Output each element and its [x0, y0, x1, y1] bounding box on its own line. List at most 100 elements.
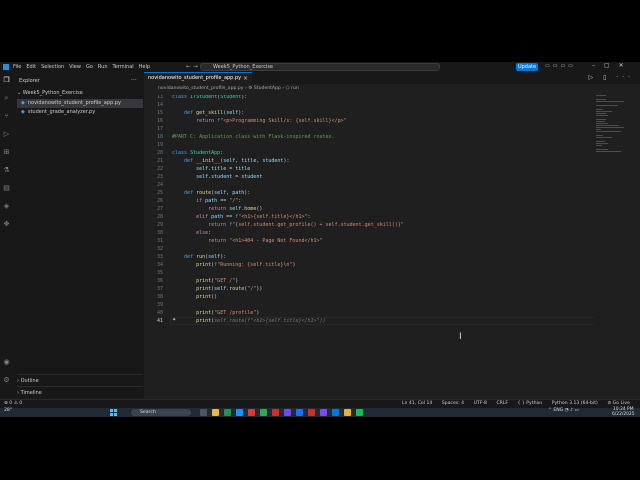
menu-file[interactable]: File — [13, 64, 21, 70]
code-line[interactable]: 14 — [144, 101, 594, 109]
code-line[interactable]: 36 print("GET /") — [144, 277, 594, 285]
code-line[interactable]: 37 print(self.route("/")) — [144, 285, 594, 293]
vscode-window: File Edit Selection View Go Run Terminal… — [0, 62, 640, 417]
edge-icon[interactable] — [236, 409, 243, 416]
app-icon[interactable] — [284, 409, 291, 416]
code-line[interactable]: 22 self.title = title — [144, 165, 594, 173]
system-tray[interactable]: ⌃ ENG ◔ ♪ ▭ — [548, 408, 579, 413]
outline-section[interactable]: › Outline — [17, 374, 143, 384]
language-mode[interactable]: { } Python — [518, 401, 543, 406]
menu-selection[interactable]: Selection — [41, 64, 64, 70]
breadcrumb[interactable]: novidanowito_student_profile_app.py › ⚙ … — [158, 86, 299, 91]
code-editor[interactable]: 13 class ITStudent(Student): 14 15 def get_… — [144, 95, 594, 385]
taskview-icon[interactable] — [200, 409, 207, 416]
app-icon[interactable] — [320, 409, 327, 416]
settings-gear-icon[interactable]: ⚙ — [2, 376, 11, 385]
chrome-icon[interactable] — [260, 409, 267, 416]
code-line[interactable]: 21 def __init__(self, title, student): — [144, 157, 594, 165]
workspace-folder[interactable]: ⌄ Week5_Python_Exercise — [17, 90, 83, 96]
menu-edit[interactable]: Edit — [26, 64, 36, 70]
go-live-button[interactable]: ⊘ Go Live — [607, 401, 630, 406]
code-line[interactable]: 19 — [144, 141, 594, 149]
testing-icon[interactable]: ⚗ — [2, 166, 11, 175]
layout-toggle-icons[interactable]: ▭▭▭▭ — [545, 63, 576, 69]
code-line[interactable]: 27 return self.home() — [144, 205, 594, 213]
code-line[interactable]: 40 print("GET /profile") — [144, 309, 594, 317]
command-center-search[interactable]: Week5_Python_Exercise — [200, 63, 440, 71]
source-control-icon[interactable]: ⑂ — [2, 112, 11, 121]
word-icon[interactable] — [296, 409, 303, 416]
file-item[interactable]: ◆ student_grade_analyzer.py — [17, 108, 143, 117]
minimap[interactable] — [596, 95, 626, 152]
editor-tab[interactable]: novidanowito_student_profile_app.py × — [144, 72, 252, 84]
minimap-line — [596, 95, 606, 96]
line-number: 33 — [156, 254, 163, 260]
code-line[interactable]: 25 def route(self, path): — [144, 189, 594, 197]
code-line[interactable]: 35 — [144, 269, 594, 277]
more-actions-icon[interactable]: ··· — [131, 77, 137, 84]
search-icon[interactable]: ⌕ — [2, 94, 11, 103]
python-interpreter[interactable]: Python 3.13 (64-bit) — [552, 401, 598, 406]
layers-icon[interactable]: ◈ — [2, 202, 11, 211]
indentation[interactable]: Spaces: 4 — [442, 401, 464, 406]
spotify-icon[interactable] — [356, 409, 363, 416]
problems-indicator[interactable]: ⊗ 0 ⚠ 0 — [4, 401, 22, 406]
clock[interactable]: 10:24 PM 6/22/2025 — [612, 407, 635, 417]
code-line[interactable]: 20 class StudentApp: — [144, 149, 594, 157]
editor-actions[interactable]: ▷ ▯ ··· — [589, 74, 634, 81]
minimap-line — [596, 111, 612, 112]
menu-help[interactable]: Help — [139, 64, 150, 70]
code-line[interactable]: 24 — [144, 181, 594, 189]
weather-widget[interactable]: 28° — [4, 408, 12, 413]
code-line[interactable]: 32 — [144, 245, 594, 253]
code-line[interactable]: 30 else: — [144, 229, 594, 237]
run-debug-icon[interactable]: ▷ — [2, 130, 11, 139]
app-icon[interactable] — [248, 409, 255, 416]
timeline-section[interactable]: › Timeline — [17, 386, 143, 396]
explorer-icon[interactable]: ❐ — [2, 76, 11, 85]
app-icon[interactable] — [344, 409, 351, 416]
vertical-scrollbar[interactable] — [631, 95, 637, 385]
code-line[interactable]: 23 self.student = student — [144, 173, 594, 181]
code-line[interactable]: 17 — [144, 125, 594, 133]
code-line[interactable]: 33 def run(self): — [144, 253, 594, 261]
line-number: 20 — [156, 150, 163, 156]
file-item[interactable]: ◆ novidanowito_student_profile_app.py — [17, 99, 143, 108]
code-line[interactable]: 38 print() — [144, 293, 594, 301]
nav-arrows[interactable]: ← → — [186, 63, 198, 70]
remote-icon[interactable]: ✥ — [2, 220, 11, 229]
code-line[interactable]: 31 return "<h1>404 - Page Not Found</h1>… — [144, 237, 594, 245]
menu-run[interactable]: Run — [98, 64, 108, 70]
code-line[interactable]: 28 elif path == f"<h1>{self.title}</h1>"… — [144, 213, 594, 221]
cursor-position[interactable]: Ln 41, Col 14 — [402, 401, 432, 406]
menu-go[interactable]: Go — [86, 64, 93, 70]
language-indicator[interactable]: ENG — [553, 408, 563, 413]
windows-start-icon[interactable] — [110, 409, 117, 416]
code-line[interactable]: 15 def get_skill(self): — [144, 109, 594, 117]
code-line[interactable]: ✦ 41 print(self.route(f"<h1>{self.title}<… — [144, 317, 594, 325]
store-icon[interactable] — [224, 409, 231, 416]
account-icon[interactable]: ◉ — [2, 358, 11, 367]
line-number: 29 — [156, 222, 163, 228]
encoding[interactable]: UTF-8 — [474, 401, 487, 406]
window-controls[interactable]: –▢✕ — [592, 62, 633, 69]
menu-terminal[interactable]: Terminal — [113, 64, 134, 70]
close-icon[interactable]: × — [243, 73, 248, 84]
extensions-icon[interactable]: ⊞ — [2, 148, 11, 157]
line-number: 15 — [156, 110, 163, 116]
vscode-taskbar-icon[interactable] — [332, 409, 339, 416]
code-line[interactable]: 29 return f"{self.student.get_profile() … — [144, 221, 594, 229]
database-icon[interactable]: ▤ — [2, 184, 11, 193]
line-ending[interactable]: CRLF — [496, 401, 508, 406]
update-button[interactable]: Update — [516, 63, 538, 71]
pdf-icon[interactable] — [308, 409, 315, 416]
code-line[interactable]: 34 print(f"Running: {self.title}\n") — [144, 261, 594, 269]
taskbar-search[interactable]: Search — [131, 409, 191, 416]
menu-view[interactable]: View — [69, 64, 81, 70]
code-line[interactable]: 26 if path == "/": — [144, 197, 594, 205]
file-explorer-icon[interactable] — [212, 409, 219, 416]
code-line[interactable]: 39 — [144, 301, 594, 309]
code-line[interactable]: 16 return f"<p>Programming Skill/s: {sel… — [144, 117, 594, 125]
app-icon[interactable] — [272, 409, 279, 416]
code-line[interactable]: 18 #PART C: Application class with Flask-… — [144, 133, 594, 141]
